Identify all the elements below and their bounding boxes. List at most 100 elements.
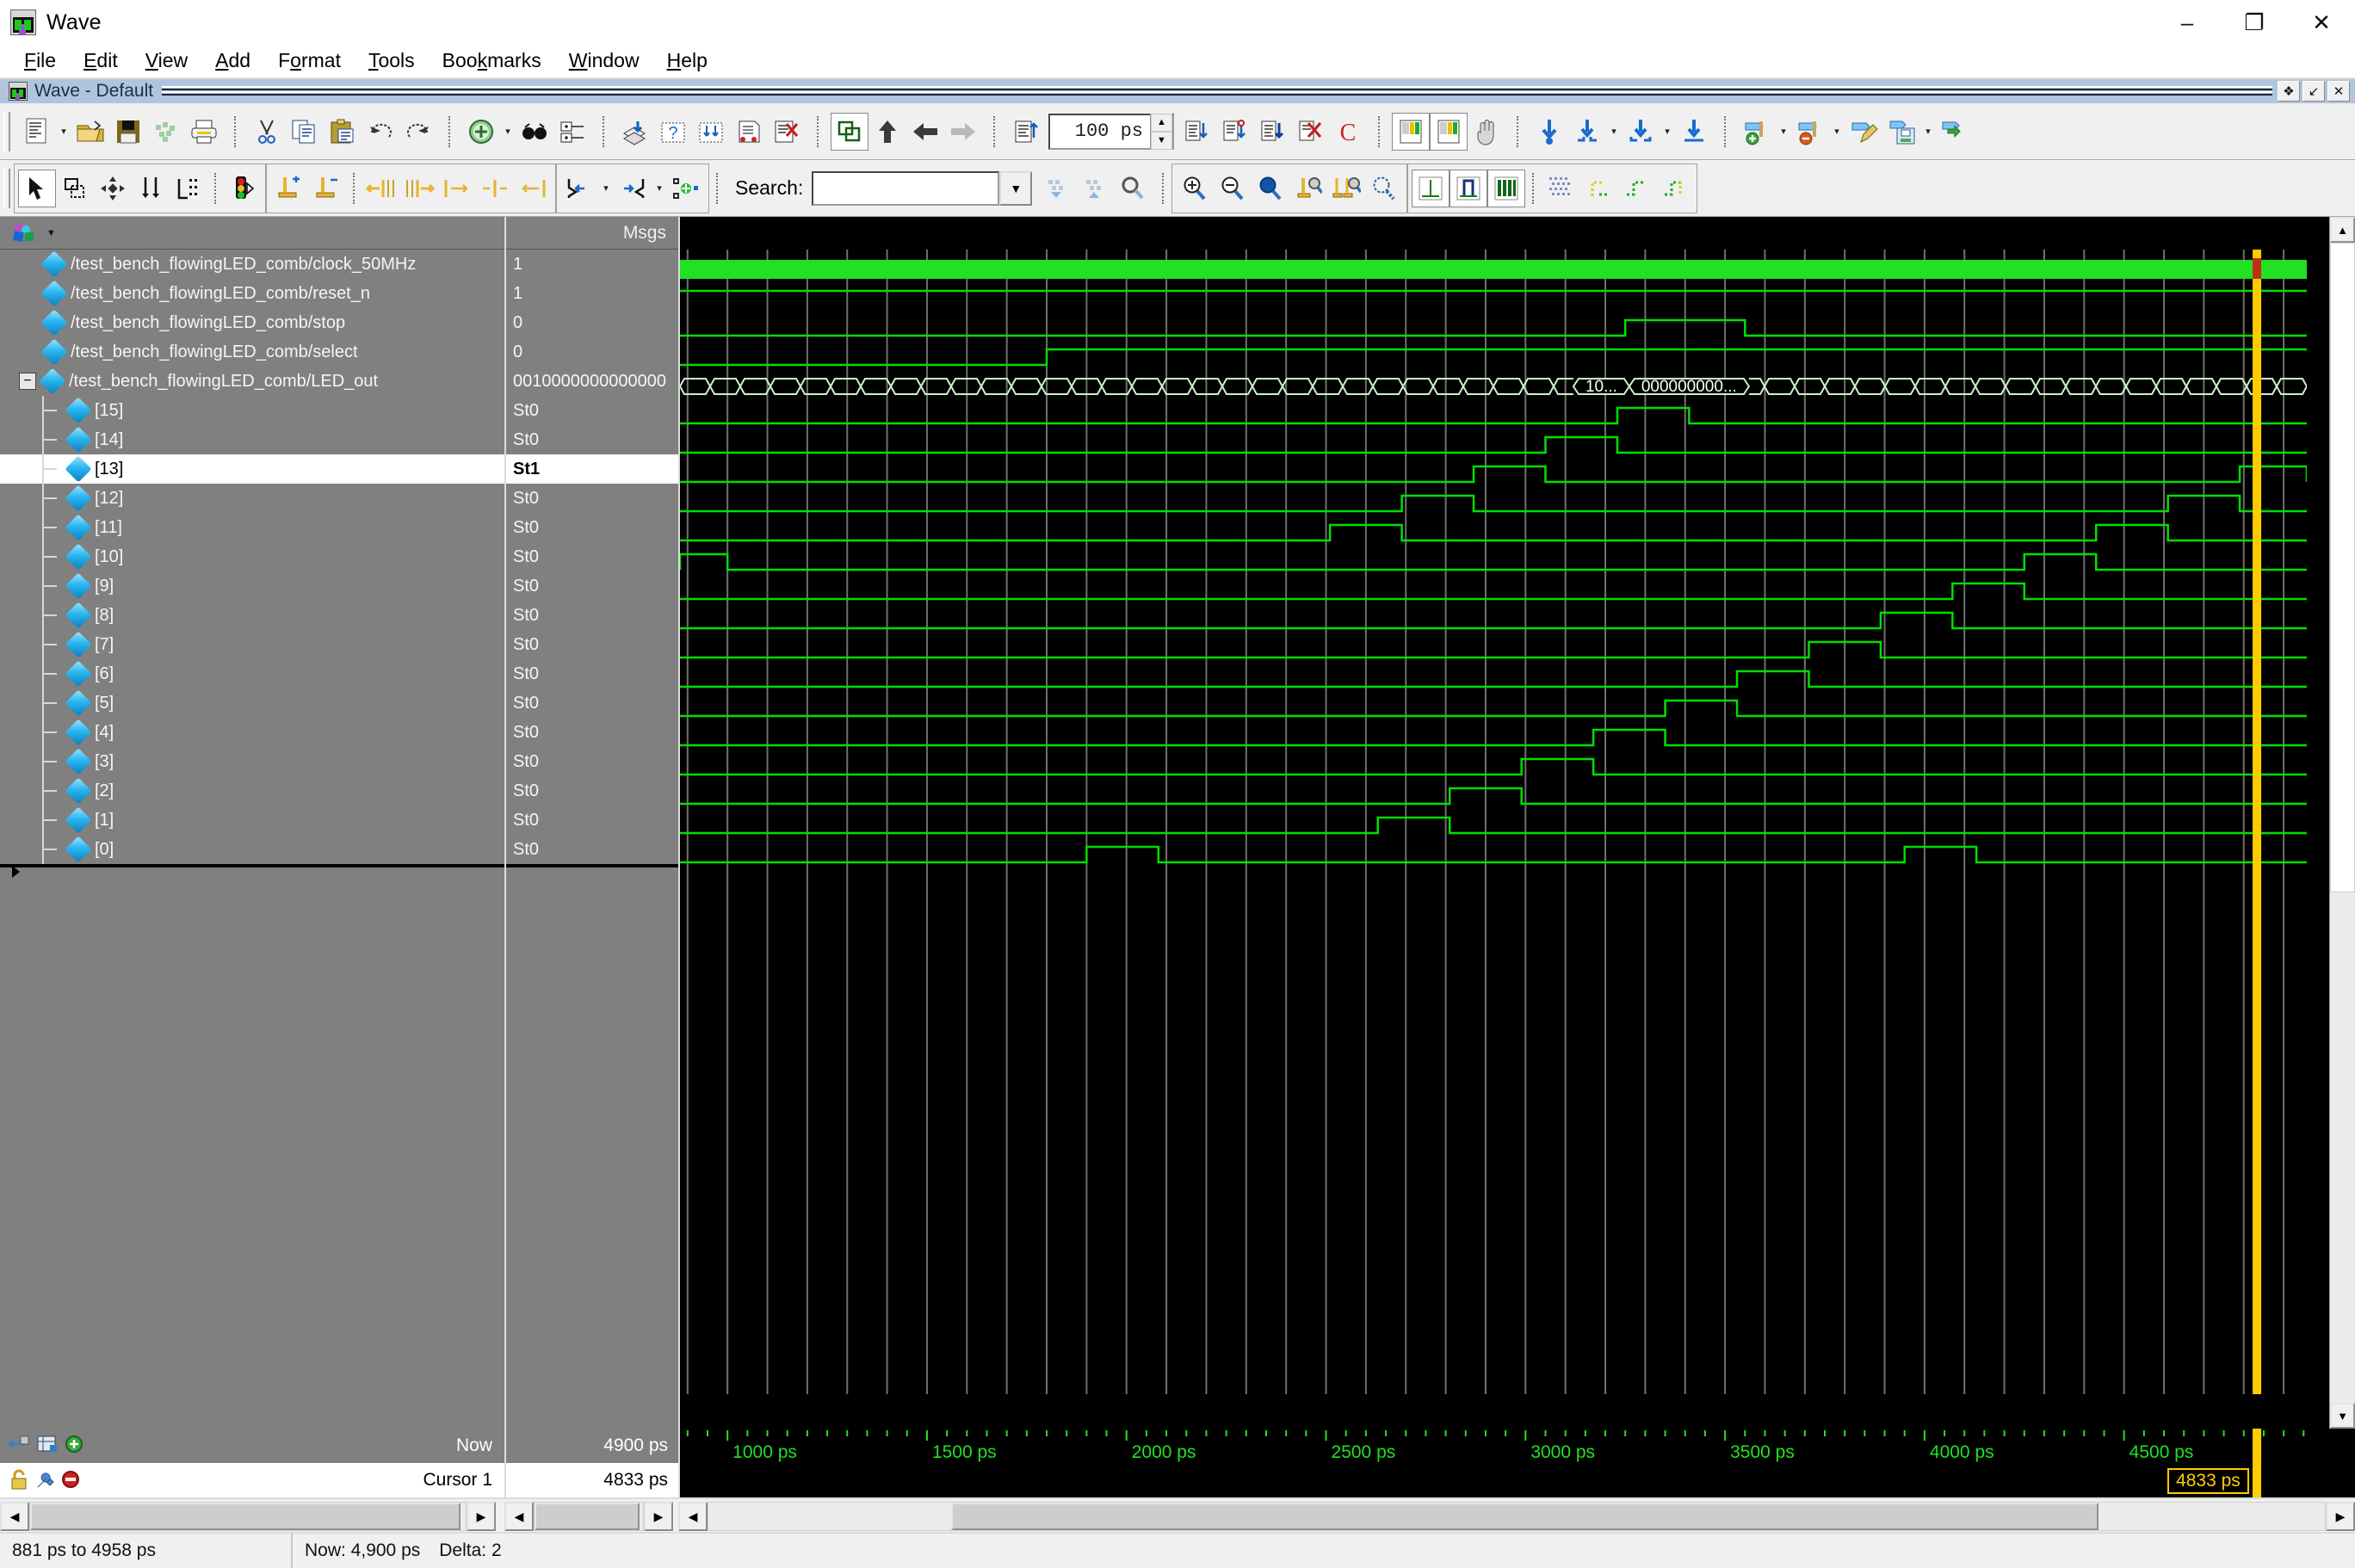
find-falling-dropdown-icon[interactable]: ▾ <box>1606 113 1622 151</box>
goto-bookmark-button[interactable] <box>1936 113 1974 151</box>
run-all-button[interactable] <box>1253 113 1291 151</box>
group-signals-button[interactable] <box>831 112 868 151</box>
pan-mode-button[interactable] <box>94 170 132 207</box>
search-options-button[interactable] <box>1113 170 1151 207</box>
ascend-hierarchy-button[interactable] <box>868 113 906 151</box>
menu-bookmarks[interactable]: Bookmarks <box>429 47 555 74</box>
redo-button[interactable] <box>399 113 437 151</box>
signal-row[interactable]: [6] <box>0 659 504 688</box>
cursor-to-next-button[interactable] <box>400 170 438 207</box>
zoom-out-button[interactable] <box>1214 170 1252 207</box>
zoom-last-button[interactable] <box>1365 170 1403 207</box>
measure-mode-button[interactable] <box>132 170 170 207</box>
menu-edit[interactable]: Edit <box>70 47 132 74</box>
restart-button[interactable] <box>1007 113 1045 151</box>
search-next-button[interactable] <box>1075 170 1113 207</box>
value-hscroll-right-button[interactable]: ▶ <box>644 1502 673 1531</box>
run-button[interactable] <box>1178 113 1215 151</box>
menu-view[interactable]: View <box>132 47 201 74</box>
continue-run-button[interactable] <box>1215 113 1253 151</box>
expand-right-button[interactable] <box>614 170 652 207</box>
signal-row[interactable]: /test_bench_flowingLED_comb/select <box>0 337 504 367</box>
cursor-label-cell[interactable]: Cursor 1 <box>0 1463 504 1497</box>
mdi-undock-button[interactable]: ❖ <box>2278 81 2300 102</box>
add-bookmark-button[interactable] <box>1738 113 1776 151</box>
compile-button[interactable] <box>1392 112 1430 151</box>
find-rising-dropdown-icon[interactable]: ▾ <box>1660 113 1675 151</box>
find-rising-edge-button[interactable] <box>1622 113 1660 151</box>
menu-add[interactable]: Add <box>201 47 264 74</box>
waveform-vscrollbar[interactable]: ▲ ▼ <box>2329 217 2355 1429</box>
waveform-style-a-button[interactable] <box>1579 170 1617 207</box>
cursor-config-icon[interactable] <box>34 1468 55 1496</box>
signal-row[interactable]: [0] <box>0 835 504 864</box>
mdi-drag-grip[interactable] <box>162 86 2272 96</box>
delete-cursor-button[interactable] <box>308 170 346 207</box>
dataset-info-button[interactable]: ? <box>654 113 692 151</box>
find-falling-edge-button[interactable] <box>1568 113 1606 151</box>
wave-hscroll-left-button[interactable]: ◀ <box>678 1502 708 1531</box>
signal-value-list[interactable]: 1 1 0 0 0010000000000000 St0 St0 St1 St0 St0 St0 St… <box>506 250 678 1429</box>
signal-row[interactable]: /test_bench_flowingLED_comb/clock_50MHz <box>0 250 504 279</box>
minimize-button[interactable]: – <box>2154 0 2221 45</box>
run-length-down-icon[interactable]: ▼ <box>1151 131 1172 150</box>
grid-sparse-button[interactable] <box>1449 169 1488 207</box>
expand-left-button[interactable] <box>560 170 598 207</box>
run-length-arrows[interactable]: ▲ ▼ <box>1150 113 1172 150</box>
toolbar-grip-2[interactable] <box>3 168 10 208</box>
save-bookmark-button[interactable] <box>1882 113 1920 151</box>
waveform-style-solid-button[interactable] <box>1542 170 1579 207</box>
mdi-close-button[interactable]: ✕ <box>2327 81 2350 102</box>
column-config-dropdown-icon[interactable]: ▼ <box>46 228 56 238</box>
open-file-button[interactable] <box>71 113 109 151</box>
wave-hscroll-thumb[interactable] <box>950 1503 2099 1530</box>
expand-right-dropdown-icon[interactable]: ▾ <box>652 170 667 207</box>
timeline-grid-icon[interactable] <box>36 1434 59 1460</box>
time-ruler[interactable]: 1000 ps 1500 ps 2000 ps 2500 ps 3000 ps 3500 … <box>680 1429 2355 1463</box>
find-any-edge-button[interactable] <box>1675 113 1713 151</box>
zoom-full-button[interactable] <box>1252 170 1289 207</box>
menu-tools[interactable]: Tools <box>355 47 429 74</box>
signal-row[interactable]: /test_bench_flowingLED_comb/stop <box>0 308 504 337</box>
cursor-marker[interactable] <box>2253 1463 2262 1497</box>
toolbar-grip-1[interactable] <box>3 111 10 151</box>
grid-dense-button[interactable] <box>1487 169 1526 207</box>
menu-help[interactable]: Help <box>653 47 721 74</box>
signal-row[interactable]: [12] <box>0 484 504 513</box>
waveform-canvas[interactable]: 10... 000000000... <box>680 250 2329 1429</box>
vscroll-thumb[interactable] <box>2330 243 2355 892</box>
signal-row[interactable]: − /test_bench_flowingLED_comb/LED_out <box>0 367 504 396</box>
signal-row[interactable]: [15] <box>0 396 504 425</box>
stop-button[interactable]: C <box>1329 113 1367 151</box>
copy-button[interactable] <box>286 113 324 151</box>
timeline-add-icon[interactable] <box>64 1434 84 1460</box>
wave-hscroll-right-button[interactable]: ▶ <box>2326 1502 2355 1531</box>
cut-button[interactable] <box>248 113 286 151</box>
save-button[interactable] <box>109 113 147 151</box>
dataset-list-button[interactable] <box>730 113 768 151</box>
pan-hand-button[interactable] <box>1468 113 1505 151</box>
run-length-value[interactable]: 100 ps <box>1050 120 1150 142</box>
select-mode-button[interactable] <box>18 169 56 207</box>
mdi-minimize-button[interactable]: ↙ <box>2302 81 2325 102</box>
signal-row[interactable]: [8] <box>0 601 504 630</box>
new-file-dropdown-icon[interactable]: ▾ <box>56 113 71 151</box>
edit-mode-button[interactable] <box>170 170 207 207</box>
expand-all-button[interactable] <box>667 170 705 207</box>
dataset-compare-button[interactable] <box>692 113 730 151</box>
signal-row[interactable]: [2] <box>0 776 504 806</box>
cursor-align-left-button[interactable] <box>438 170 476 207</box>
paste-button[interactable] <box>324 113 362 151</box>
cursor-delete-icon[interactable] <box>60 1468 81 1496</box>
value-pane-hscrollbar[interactable]: ◀ ▶ <box>504 1501 678 1532</box>
waveform-style-c-button[interactable] <box>1655 170 1693 207</box>
value-hscroll-thumb[interactable] <box>535 1503 640 1530</box>
waveform-hscrollbar[interactable]: ◀ ▶ <box>678 1501 2355 1532</box>
zoom-between-cursors-button[interactable] <box>1327 170 1365 207</box>
cursor-time-strip[interactable]: 4833 ps <box>680 1463 2355 1497</box>
timeline-lock-icon[interactable] <box>8 1434 31 1460</box>
column-config-icon[interactable] <box>12 222 38 244</box>
signal-row[interactable]: [11] <box>0 513 504 542</box>
name-hscroll-right-button[interactable]: ▶ <box>467 1502 496 1531</box>
cursor-align-right-button[interactable] <box>514 170 552 207</box>
